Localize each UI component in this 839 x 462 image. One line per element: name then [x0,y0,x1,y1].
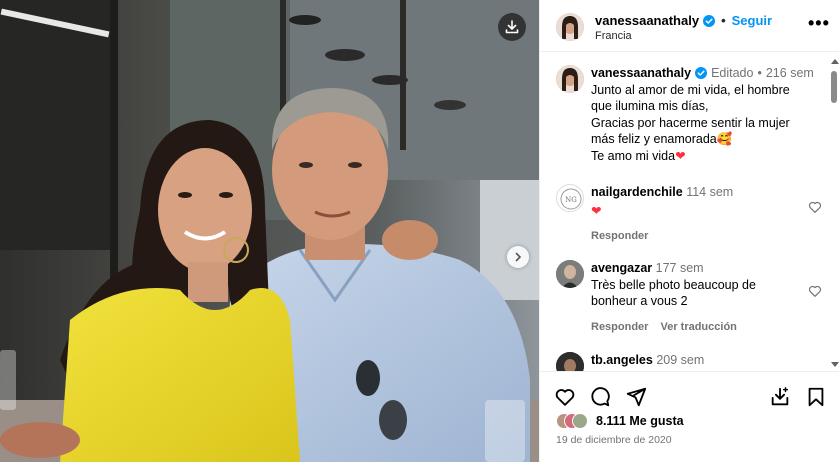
comment-item: NG nailgardenchile 114 sem ❤ Responder [556,184,826,245]
post-header: vanessaanathaly • Seguir Francia ••• [540,0,839,52]
post-location[interactable]: Francia [595,30,632,42]
scroll-down-arrow-icon[interactable] [831,362,839,367]
likes-label[interactable]: Me gusta [629,414,683,428]
scrollbar-thumb[interactable] [831,71,837,103]
post-photo [0,0,539,462]
verified-badge-icon [695,67,708,80]
next-image-button[interactable] [507,246,529,268]
edited-label: Editado [711,66,754,80]
like-comment-heart-icon[interactable] [808,284,822,298]
liker-avatar [572,413,588,429]
comment-username[interactable]: nailgardenchile [591,185,683,199]
avatar-image [556,13,584,41]
download-icon [505,20,519,34]
comment-avatar[interactable]: NG [556,184,584,212]
comment-avatar[interactable] [556,260,584,288]
comment-age[interactable]: 114 sem [686,185,733,199]
scroll-up-arrow-icon[interactable] [831,59,839,64]
bookmark-icon[interactable] [805,386,827,408]
verified-badge-icon [703,14,716,27]
comments-list[interactable]: vanessaanathaly Editado • 216 sem Junto … [540,53,828,371]
comment-username[interactable]: avengazar [591,261,652,275]
follow-button[interactable]: Seguir [732,13,772,28]
caption-username[interactable]: vanessaanathaly [591,65,691,82]
comment-text: Très belle photo beaucoup de bonheur a v… [591,277,756,309]
comment-username[interactable]: tb.angeles [591,353,653,367]
caption-line: Te amo mi vida [591,148,676,163]
more-options-icon: ••• [808,13,830,33]
chevron-right-icon [515,252,522,262]
caption-age[interactable]: 216 sem [766,65,814,82]
caption-line: Junto al amor de mi vida, el hombre [591,82,790,97]
avatar-image [556,260,584,288]
photo-scene [0,0,539,462]
post-actions-footer: 8.111 Me gusta 19 de diciembre de 2020 [540,371,839,462]
download-to-device-icon[interactable] [769,386,791,408]
heart-emoji-icon: ❤ [591,203,602,218]
download-button[interactable] [498,13,526,41]
comment-item: avengazar 177 sem Très belle photo beauc… [556,260,826,335]
share-icon[interactable] [625,386,647,408]
heart-emoji-icon: ❤ [675,148,686,163]
comment-age[interactable]: 209 sem [656,353,704,367]
see-translation-button[interactable]: Ver traducción [660,319,736,336]
liker-avatars [556,413,588,429]
author-avatar[interactable] [556,13,584,41]
likes-summary[interactable]: 8.111 Me gusta [556,413,684,429]
post-side-panel: vanessaanathaly • Seguir Francia ••• van… [539,0,839,462]
separator-dot: • [721,13,726,28]
comment-icon[interactable] [589,386,611,408]
svg-text:NG: NG [565,196,577,204]
post-caption: vanessaanathaly Editado • 216 sem Junto … [556,65,826,164]
separator-dot: • [757,66,762,80]
caption-line: más feliz y enamorada🥰 [591,132,733,146]
comment-avatar[interactable] [556,352,584,371]
caption-line: que ilumina mis días, [591,99,709,113]
reply-button[interactable]: Responder [591,228,648,245]
comment-item: tb.angeles 209 sem [556,352,826,371]
avatar-image [556,65,584,93]
more-options-button[interactable]: ••• [808,14,830,32]
post-date[interactable]: 19 de diciembre de 2020 [556,434,672,446]
comments-scrollbar[interactable] [828,53,839,371]
heart-icon[interactable] [554,386,576,408]
avatar-image [556,352,584,371]
like-comment-heart-icon[interactable] [808,200,822,214]
avatar-image: NG [560,188,582,210]
author-username[interactable]: vanessaanathaly [595,13,699,28]
caption-line: Gracias por hacerme sentir la mujer [591,115,790,130]
reply-button[interactable]: Responder [591,319,648,336]
caption-avatar[interactable] [556,65,584,93]
comment-age[interactable]: 177 sem [656,261,704,275]
likes-count[interactable]: 8.111 [596,414,626,428]
